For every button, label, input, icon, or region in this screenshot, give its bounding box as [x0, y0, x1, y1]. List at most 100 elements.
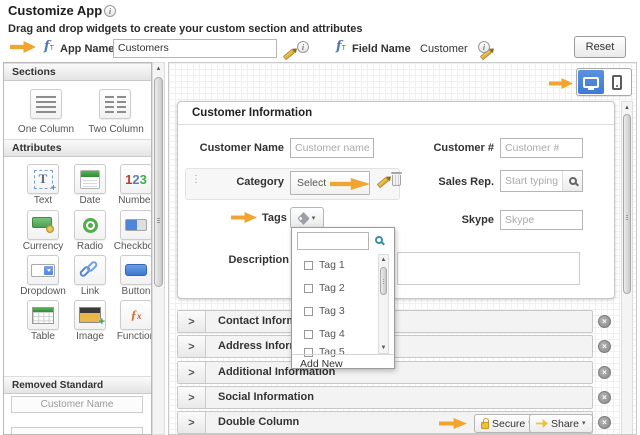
scroll-up-icon[interactable]: ▲ — [622, 105, 632, 111]
expand-chevron-button[interactable]: > — [178, 387, 206, 408]
tags-dropdown-panel: Tag 1 Tag 2 Tag 3 Tag 4 Tag 5 ▲ ▼ Add Ne… — [291, 227, 395, 369]
widget-image[interactable]: + Image — [70, 300, 110, 342]
tag-search-input[interactable] — [298, 233, 368, 249]
field-name-info-icon[interactable]: i — [478, 41, 490, 53]
scroll-up-icon[interactable]: ▲ — [379, 257, 388, 263]
share-button-label: Share — [551, 418, 579, 430]
widget-button[interactable]: Button — [116, 255, 152, 297]
currency-icon — [27, 210, 59, 240]
widget-currency[interactable]: Currency — [23, 210, 63, 252]
expand-chevron-button[interactable]: > — [178, 412, 206, 433]
canvas-scrollbar[interactable]: ▲ — [621, 101, 633, 435]
lock-icon — [481, 422, 489, 429]
customer-number-input[interactable] — [501, 139, 582, 157]
widget-function-label: Function — [117, 332, 152, 342]
category-label: Category — [206, 176, 284, 188]
tag-item-label: Tag 2 — [319, 282, 345, 294]
widget-dropdown[interactable]: Dropdown — [23, 255, 63, 297]
app-name-input[interactable] — [113, 39, 277, 58]
widget-two-column[interactable] — [95, 89, 135, 119]
widget-text[interactable]: T+ Text — [23, 164, 63, 206]
tag-list-item[interactable]: Tag 1 — [304, 259, 345, 271]
chevron-right-icon: > — [188, 341, 194, 353]
tag-checkbox[interactable] — [304, 348, 313, 357]
skype-field — [500, 210, 583, 230]
tags-dropdown-button[interactable]: ▾ — [290, 207, 324, 229]
remove-section-close-icon[interactable]: × — [598, 315, 611, 328]
scroll-up-icon[interactable]: ▲ — [153, 66, 164, 72]
expand-chevron-button[interactable]: > — [178, 362, 206, 383]
tag-checkbox[interactable] — [304, 330, 313, 339]
widget-table[interactable]: Table — [23, 300, 63, 342]
function-fx-icon: ƒx — [120, 300, 152, 330]
widget-link[interactable]: Link — [70, 255, 110, 297]
skype-input[interactable] — [501, 211, 582, 229]
mobile-icon — [612, 75, 622, 90]
description-textarea[interactable] — [397, 252, 580, 285]
field-name-label: Field Name — [352, 43, 411, 55]
expand-chevron-button[interactable]: > — [178, 336, 206, 357]
customer-name-input[interactable] — [291, 139, 373, 157]
widget-image-label: Image — [76, 332, 104, 342]
sales-rep-search-button[interactable] — [562, 171, 582, 191]
skype-label: Skype — [418, 214, 494, 226]
tag-list-item[interactable]: Tag 4 — [304, 328, 345, 340]
canvas-scrollbar-thumb[interactable] — [623, 114, 631, 294]
device-toggle — [576, 68, 632, 96]
customer-number-field — [500, 138, 583, 158]
tag-list-scrollbar[interactable]: ▲ ▼ — [378, 254, 389, 354]
sidebar-scrollbar[interactable]: ▲ — [152, 62, 165, 435]
tag-list-item[interactable]: Tag 2 — [304, 282, 345, 294]
tag-search-icon[interactable] — [375, 236, 383, 244]
widget-one-column[interactable] — [26, 89, 66, 119]
tag-item-label: Tag 3 — [319, 305, 345, 317]
app-name-info-icon[interactable]: i — [297, 41, 309, 53]
customer-number-label: Customer # — [418, 142, 494, 154]
sidebar-scrollbar-thumb[interactable] — [154, 77, 163, 287]
secure-button-label: Secure — [492, 418, 525, 430]
removed-attribute-item[interactable]: Customer Name — [11, 396, 143, 413]
section-title: Double Column — [218, 412, 299, 433]
removed-attribute-item[interactable] — [11, 427, 143, 435]
sales-rep-input[interactable] — [501, 171, 562, 191]
edit-app-name-pencil-icon[interactable] — [283, 49, 295, 61]
widget-date[interactable]: Date — [70, 164, 110, 206]
form-canvas: Customer Information Customer Name Custo… — [168, 62, 637, 435]
scrollbar-grip — [383, 279, 384, 284]
desktop-view-button[interactable] — [578, 70, 604, 94]
calendar-icon — [74, 164, 106, 194]
mobile-view-button[interactable] — [604, 70, 630, 94]
remove-section-close-icon[interactable]: × — [598, 391, 611, 404]
widget-number[interactable]: 123 Number — [116, 164, 152, 206]
remove-section-close-icon[interactable]: × — [598, 366, 611, 379]
share-button[interactable]: Share ▾ — [529, 414, 593, 433]
widget-text-label: Text — [34, 196, 52, 206]
customize-app-page: Customize App i Drag and drop widgets to… — [0, 0, 640, 435]
widget-function[interactable]: ƒx Function — [116, 300, 152, 342]
drag-grip-icon[interactable]: ⋮ — [191, 175, 201, 185]
expand-chevron-button[interactable]: > — [178, 311, 206, 332]
description-label: Description — [198, 254, 289, 266]
tag-list-scrollbar-thumb[interactable] — [380, 267, 387, 295]
reset-button[interactable]: Reset — [574, 36, 626, 58]
tag-list-item[interactable]: Tag 3 — [304, 305, 345, 317]
add-new-tag-link[interactable]: Add New — [300, 358, 343, 370]
chevron-down-icon: ▾ — [312, 215, 316, 222]
section-social-information[interactable]: > Social Information — [177, 386, 593, 409]
tag-checkbox[interactable] — [304, 307, 313, 316]
checkbox-icon — [120, 210, 152, 240]
delete-category-trash-icon[interactable] — [392, 175, 401, 186]
remove-section-close-icon[interactable]: × — [598, 340, 611, 353]
tag-checkbox[interactable] — [304, 261, 313, 270]
tag-item-label: Tag 4 — [319, 328, 345, 340]
widget-checkbox[interactable]: Checkbox — [116, 210, 152, 252]
callout-arrow-tags — [231, 212, 257, 223]
tag-list-item[interactable]: Tag 5 — [304, 346, 345, 358]
widget-radio[interactable]: Radio — [70, 210, 110, 252]
tag-checkbox[interactable] — [304, 284, 313, 293]
widget-sidebar: Sections One Column Two Column Attribute… — [3, 62, 152, 435]
remove-section-close-icon[interactable]: × — [598, 416, 611, 429]
scroll-down-icon[interactable]: ▼ — [379, 345, 388, 351]
section-double-column[interactable]: > Double Column Secure ▾ Share ▾ — [177, 411, 593, 434]
info-icon[interactable]: i — [104, 5, 116, 17]
